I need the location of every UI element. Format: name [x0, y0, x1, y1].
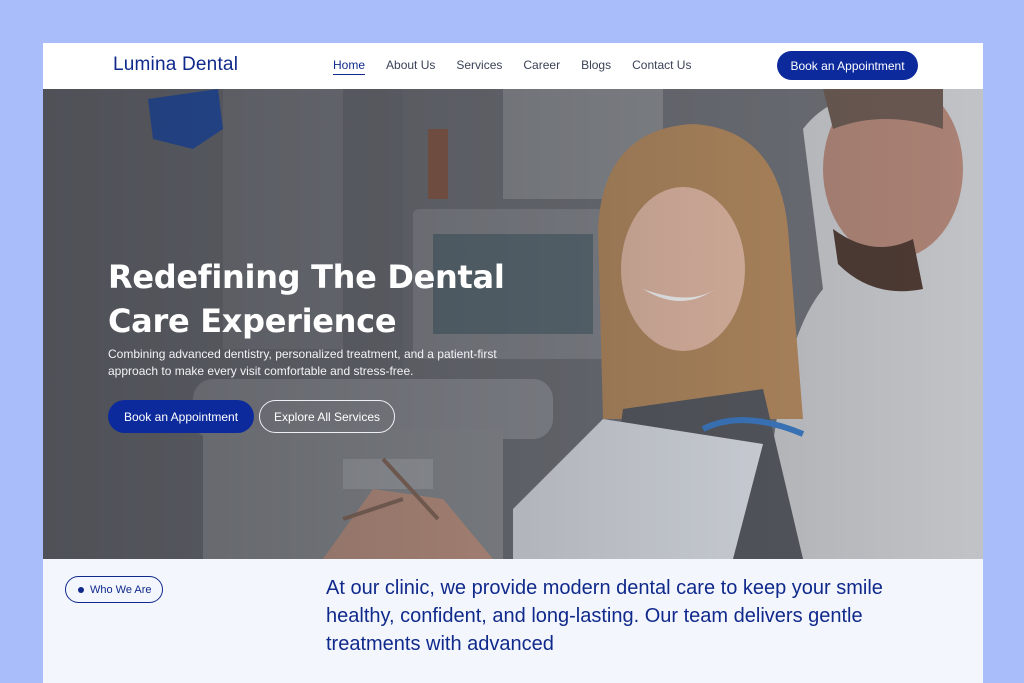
book-appointment-button[interactable]: Book an Appointment: [777, 51, 918, 80]
nav-item-about-us[interactable]: About Us: [386, 58, 435, 75]
explore-services-button[interactable]: Explore All Services: [259, 400, 395, 433]
main-nav: Home About Us Services Career Blogs Cont…: [333, 58, 712, 75]
bullet-dot-icon: [78, 586, 84, 593]
nav-item-home[interactable]: Home: [333, 58, 366, 75]
about-text: At our clinic, we provide modern dental …: [326, 577, 883, 655]
nav-item-contact-us[interactable]: Contact Us: [632, 58, 691, 75]
hero-subtitle: Combining advanced dentistry, personaliz…: [108, 347, 497, 378]
nav-item-services[interactable]: Services: [456, 58, 502, 75]
logo[interactable]: Lumina Dental: [113, 54, 238, 76]
hero-section: Redefining The Dental Care Experience Co…: [43, 89, 983, 559]
hero-title: Redefining The Dental Care Experience: [108, 258, 505, 340]
site-header: Lumina Dental Home About Us Services Car…: [43, 43, 983, 89]
who-we-are-tag: Who We Are: [65, 576, 163, 603]
hero-book-appointment-button[interactable]: Book an Appointment: [108, 400, 254, 433]
nav-item-career[interactable]: Career: [523, 58, 560, 75]
nav-item-blogs[interactable]: Blogs: [581, 58, 611, 75]
who-we-are-label: Who We Are: [90, 583, 152, 596]
